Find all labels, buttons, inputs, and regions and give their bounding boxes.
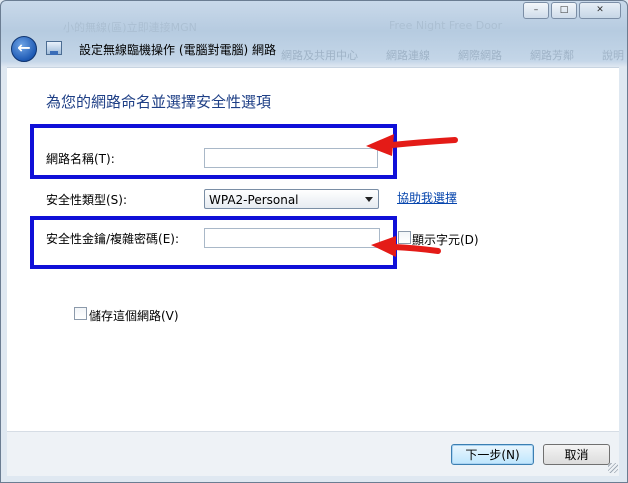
save-network-checkbox[interactable] bbox=[74, 307, 87, 320]
network-name-highlight bbox=[30, 124, 397, 179]
back-arrow-icon[interactable]: ← bbox=[11, 36, 37, 62]
background-tab: 網路連線 bbox=[386, 49, 430, 62]
red-arrow-icon bbox=[366, 134, 458, 156]
security-type-select[interactable]: WPA2-Personal bbox=[204, 189, 379, 209]
chevron-down-icon bbox=[365, 197, 373, 202]
background-tab: 網路芳鄰 bbox=[530, 49, 574, 62]
window-title: 設定無線臨機操作 (電腦對電腦) 網路 bbox=[79, 43, 276, 57]
page-heading: 為您的網路命名並選擇安全性選項 bbox=[46, 93, 272, 111]
cancel-button[interactable]: 取消 bbox=[543, 444, 610, 465]
resize-grip[interactable] bbox=[608, 463, 618, 473]
save-network-label: 儲存這個網路(V) bbox=[89, 309, 179, 323]
caption-buttons: – □ ✕ bbox=[523, 2, 621, 19]
security-type-label: 安全性類型(S): bbox=[46, 193, 128, 207]
background-tab: 網路及共用中心 bbox=[281, 49, 358, 62]
minimize-button[interactable]: – bbox=[523, 2, 549, 19]
network-icon bbox=[46, 41, 62, 55]
background-tab: 網際網路 bbox=[458, 49, 502, 62]
maximize-button[interactable]: □ bbox=[551, 2, 577, 19]
security-key-highlight bbox=[30, 216, 397, 269]
background-window-text: Free Night Free Door bbox=[389, 19, 503, 32]
security-type-value: WPA2-Personal bbox=[209, 193, 299, 207]
background-window-title: 小的無線(區)立即連接MGN bbox=[63, 21, 197, 34]
red-arrow-icon bbox=[371, 236, 441, 257]
background-toolbar: 網路及共用中心 網路連線 網際網路 網路芳鄰 說明 bbox=[281, 47, 624, 63]
close-button[interactable]: ✕ bbox=[579, 2, 621, 19]
help-me-choose-link[interactable]: 協助我選擇 bbox=[397, 189, 457, 206]
background-tab: 說明 bbox=[602, 49, 624, 62]
next-button[interactable]: 下一步(N) bbox=[451, 444, 534, 465]
